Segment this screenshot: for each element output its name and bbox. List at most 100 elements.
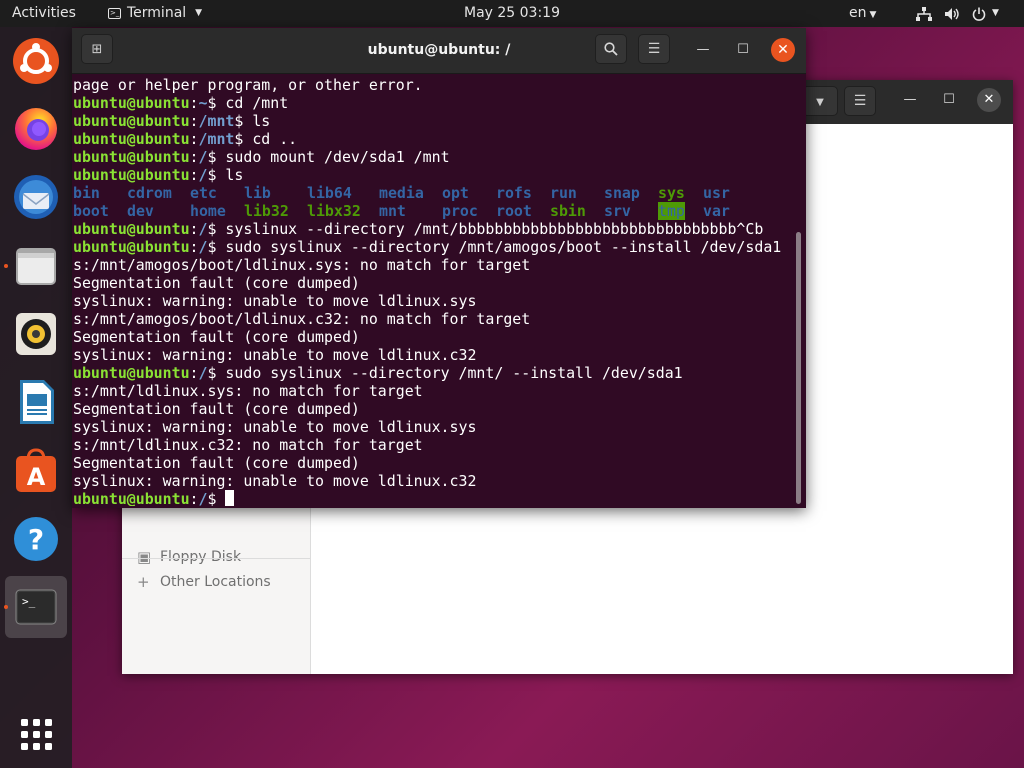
files-maximize-button[interactable]: ☐ <box>937 88 961 112</box>
ls-entry-name: proc <box>442 202 478 220</box>
prompt-separator: : <box>189 490 199 506</box>
dock-app-files[interactable] <box>4 242 60 290</box>
ls-entry-name: opt <box>442 184 469 202</box>
terminal-output-line: s:/mnt/ldlinux.c32: no match for target <box>73 436 795 454</box>
terminal-command-line: ubuntu@ubuntu:/mnt$ cd .. <box>73 130 795 148</box>
files-menu-button[interactable]: ☰ <box>844 86 876 116</box>
terminal-output-line: Segmentation fault (core dumped) <box>73 400 795 418</box>
dock-app-firefox[interactable] <box>12 104 60 152</box>
dock-app-rhythmbox[interactable] <box>12 310 60 358</box>
terminal-output[interactable]: page or helper program, or other error. u… <box>73 76 795 506</box>
prompt-separator: : <box>189 238 199 256</box>
power-icon <box>972 7 986 21</box>
terminal-current-prompt: ubuntu@ubuntu:/$ <box>73 490 795 506</box>
running-indicator <box>4 264 8 268</box>
maximize-icon: ☐ <box>737 42 749 57</box>
view-options-button[interactable]: ▼ <box>802 86 838 116</box>
app-menu-button[interactable]: >_ Terminal ▼ <box>108 0 202 27</box>
command-text: sudo syslinux --directory /mnt/ --instal… <box>216 364 683 382</box>
prompt-user-host: ubuntu@ubuntu <box>73 112 190 130</box>
search-button[interactable] <box>595 34 627 64</box>
ls-entry-name: mnt <box>379 202 406 220</box>
activities-button[interactable]: Activities <box>12 0 76 27</box>
minimize-button[interactable]: — <box>691 38 715 62</box>
ls-entry-name: cdrom <box>127 184 172 202</box>
terminal-command-line: ubuntu@ubuntu:/$ ls <box>73 166 795 184</box>
dock-app-help[interactable]: ? <box>12 515 60 563</box>
close-icon: ✕ <box>983 92 995 107</box>
terminal-menu-button[interactable]: ☰ <box>638 34 670 64</box>
ls-entry-name: media <box>379 184 424 202</box>
ls-entry-name: dev <box>127 202 154 220</box>
ubuntu-logo-icon <box>13 38 59 84</box>
files-minimize-button[interactable]: — <box>898 88 922 112</box>
prompt-user-host: ubuntu@ubuntu <box>73 490 190 506</box>
ls-entry: bin <box>73 184 127 202</box>
prompt-user-host: ubuntu@ubuntu <box>73 220 190 238</box>
files-folder-icon <box>16 248 56 285</box>
output-text: syslinux: warning: unable to move ldlinu… <box>73 472 477 490</box>
terminal-output-line: syslinux: warning: unable to move ldlinu… <box>73 292 795 310</box>
system-menu-button[interactable]: ▼ <box>916 0 999 27</box>
terminal-output-line: Segmentation fault (core dumped) <box>73 454 795 472</box>
prompt-user-host: ubuntu@ubuntu <box>73 130 190 148</box>
files-close-button[interactable]: ✕ <box>977 88 1001 112</box>
terminal-output-line: s:/mnt/ldlinux.sys: no match for target <box>73 382 795 400</box>
terminal-command-line: ubuntu@ubuntu:/$ sudo syslinux --directo… <box>73 238 795 256</box>
sidebar-item-other-locations[interactable]: + Other Locations <box>122 559 310 605</box>
ls-entry-name: rofs <box>496 184 532 202</box>
ls-entry: libx32 <box>307 202 379 220</box>
prompt-path: /mnt <box>198 130 235 148</box>
ls-entry: lib64 <box>307 184 379 202</box>
ls-entry-name: var <box>703 202 730 220</box>
ls-entry-name: etc <box>190 184 217 202</box>
new-tab-icon: ⊞ <box>91 42 103 57</box>
ls-entry: mnt <box>379 202 442 220</box>
terminal-output-line: page or helper program, or other error. <box>73 76 795 94</box>
dock-app-software[interactable]: A <box>12 446 60 494</box>
dock-app-terminal[interactable]: >_ <box>4 583 60 631</box>
terminal-command-line: ubuntu@ubuntu:/$ sudo syslinux --directo… <box>73 364 795 382</box>
prompt-user-host: ubuntu@ubuntu <box>73 148 190 166</box>
output-text: syslinux: warning: unable to move ldlinu… <box>73 418 477 436</box>
hamburger-menu-icon: ☰ <box>647 41 661 57</box>
ls-entry-name: libx32 <box>307 202 361 220</box>
new-tab-button[interactable]: ⊞ <box>81 34 113 64</box>
dock-app-writer[interactable] <box>12 378 60 426</box>
svg-text:?: ? <box>28 523 44 556</box>
volume-icon <box>945 7 959 20</box>
command-text: ls <box>216 166 244 184</box>
ls-entry: cdrom <box>127 184 190 202</box>
sidebar-item-label: Other Locations <box>160 574 271 590</box>
ls-entry: etc <box>190 184 244 202</box>
terminal-output-line: syslinux: warning: unable to move ldlinu… <box>73 346 795 364</box>
terminal-window[interactable]: ⊞ ubuntu@ubuntu: / ☰ — ☐ ✕ page or helpe… <box>72 28 806 508</box>
ls-output-line: bin cdrom etc lib lib64 media opt rofs run snap sy… <box>73 184 795 202</box>
terminal-icon: >_ <box>108 8 121 19</box>
ls-entry: dev <box>127 202 190 220</box>
show-applications-button[interactable] <box>12 710 60 758</box>
terminal-scrollbar[interactable] <box>796 232 801 504</box>
dock-app-ubuntu[interactable] <box>12 37 60 85</box>
dock-app-thunderbird[interactable] <box>12 173 60 221</box>
maximize-button[interactable]: ☐ <box>731 38 755 62</box>
ls-entry: home <box>190 202 244 220</box>
output-text: s:/mnt/amogos/boot/ldlinux.sys: no match… <box>73 256 531 274</box>
rhythmbox-speaker-icon <box>16 313 56 355</box>
ls-entry-name: lib <box>244 184 271 202</box>
input-language-button[interactable]: en ▼ <box>849 0 876 27</box>
svg-text:A: A <box>27 463 46 491</box>
language-label: en <box>849 5 867 21</box>
ls-entry-name: home <box>190 202 226 220</box>
clock-button[interactable]: May 25 03:19 <box>464 5 560 21</box>
text-cursor <box>225 490 235 506</box>
command-text: sudo mount /dev/sda1 /mnt <box>216 148 450 166</box>
ls-entry-name: sys <box>658 184 685 202</box>
ls-entry: run <box>550 184 604 202</box>
terminal-command-line: ubuntu@ubuntu:/$ syslinux --directory /m… <box>73 220 795 238</box>
help-icon: ? <box>14 517 58 561</box>
chevron-down-icon: ▼ <box>869 10 877 20</box>
plus-icon: + <box>137 573 150 591</box>
close-button[interactable]: ✕ <box>771 38 795 62</box>
ls-entry: media <box>379 184 442 202</box>
